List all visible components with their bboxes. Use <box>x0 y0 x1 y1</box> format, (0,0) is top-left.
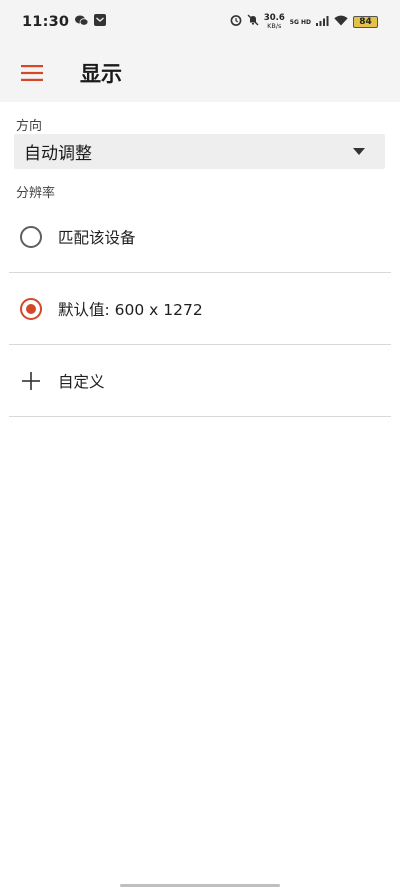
battery-icon: 84 <box>353 16 378 28</box>
alarm-icon <box>230 14 242 30</box>
status-bar-right: 30.6 KB/s 5G HD 84 <box>230 14 378 30</box>
resolution-option-label: 自定义 <box>58 372 105 391</box>
orientation-select[interactable]: 自动调整 <box>14 134 385 169</box>
orientation-label: 方向 <box>16 119 43 134</box>
app-bar: 显示 <box>0 44 400 102</box>
status-bar-left: 11:30 <box>22 14 107 30</box>
signal-label: 5G HD <box>290 19 311 26</box>
hamburger-menu-icon[interactable] <box>14 55 50 91</box>
radio-unchecked <box>20 225 42 248</box>
mail-icon <box>94 14 107 30</box>
network-speed: 30.6 KB/s <box>264 14 285 30</box>
resolution-option-match-device[interactable]: 匹配该设备 <box>9 201 391 273</box>
resolution-option-label: 默认值: 600 x 1272 <box>58 300 203 319</box>
network-speed-unit: KB/s <box>267 22 282 30</box>
signal-label-text: 5G HD <box>289 18 311 26</box>
status-bar: 11:30 30.6 KB/s 5G HD 84 <box>0 0 400 44</box>
wifi-icon <box>334 14 348 30</box>
wechat-icon <box>75 14 89 30</box>
signal-icon <box>316 14 329 30</box>
network-speed-value: 30.6 <box>263 13 285 23</box>
radio-icon[interactable] <box>20 297 42 320</box>
radio-dot <box>26 303 36 314</box>
orientation-select-value: 自动调整 <box>24 144 92 164</box>
resolution-label: 分辨率 <box>16 186 56 201</box>
resolution-option-default[interactable]: 默认值: 600 x 1272 <box>9 273 391 345</box>
resolution-option-custom[interactable]: 自定义 <box>9 345 391 417</box>
home-indicator[interactable] <box>120 884 280 887</box>
plus-icon <box>20 370 42 392</box>
battery-level: 84 <box>359 17 372 27</box>
dropdown-caret-icon <box>353 148 365 155</box>
page-title: 显示 <box>80 62 122 86</box>
radio-icon[interactable] <box>20 225 42 248</box>
status-time: 11:30 <box>22 14 70 30</box>
mute-icon <box>247 14 259 30</box>
resolution-option-label: 匹配该设备 <box>58 228 136 247</box>
radio-checked <box>20 297 42 320</box>
